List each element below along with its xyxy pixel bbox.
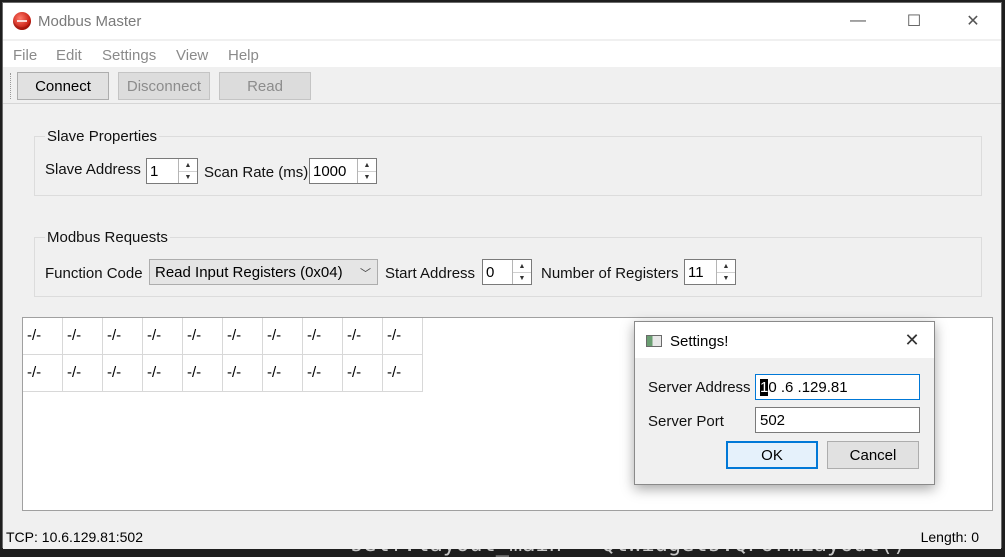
connect-button[interactable]: Connect bbox=[17, 72, 109, 100]
server-port-label: Server Port bbox=[648, 413, 724, 430]
table-cell[interactable]: -/- bbox=[223, 355, 263, 392]
server-address-text: 0 .6 .129.81 bbox=[768, 379, 848, 396]
table-cell[interactable]: -/- bbox=[303, 355, 343, 392]
num-registers-spinbox[interactable]: 11 ▲ ▼ bbox=[684, 259, 736, 285]
menu-settings[interactable]: Settings bbox=[102, 47, 156, 64]
window-title: Modbus Master bbox=[38, 13, 142, 30]
scan-rate-value: 1000 bbox=[313, 163, 347, 180]
spin-down-icon[interactable]: ▼ bbox=[358, 171, 376, 183]
connection-status: TCP: 10.6.129.81:502 bbox=[6, 529, 143, 545]
table-cell[interactable]: -/- bbox=[223, 318, 263, 355]
read-button[interactable]: Read bbox=[219, 72, 311, 100]
function-code-value: Read Input Registers (0x04) bbox=[155, 264, 343, 281]
toolbar-grip-handle[interactable] bbox=[10, 73, 13, 99]
minimize-button[interactable]: — bbox=[835, 3, 881, 39]
table-cell[interactable]: -/- bbox=[143, 318, 183, 355]
status-bar: TCP: 10.6.129.81:502 Length: 0 bbox=[3, 523, 1001, 549]
table-cell[interactable]: -/- bbox=[63, 355, 103, 392]
menu-edit[interactable]: Edit bbox=[56, 47, 82, 64]
table-cell[interactable]: -/- bbox=[23, 355, 63, 392]
menu-view[interactable]: View bbox=[176, 47, 208, 64]
start-address-label: Start Address bbox=[385, 265, 476, 282]
function-code-label: Function Code bbox=[45, 265, 143, 282]
table-cell[interactable]: -/- bbox=[103, 318, 143, 355]
table-cell[interactable]: -/- bbox=[383, 318, 423, 355]
dialog-title-bar: Settings! ✕ bbox=[635, 322, 934, 358]
toolbar: Connect Disconnect Read bbox=[3, 67, 1001, 104]
disconnect-button[interactable]: Disconnect bbox=[118, 72, 210, 100]
num-registers-value: 11 bbox=[688, 264, 704, 281]
title-bar: Modbus Master — ☐ ✕ bbox=[3, 3, 1001, 39]
close-button[interactable]: ✕ bbox=[950, 3, 996, 39]
slave-address-value: 1 bbox=[150, 163, 159, 180]
menu-help[interactable]: Help bbox=[228, 47, 259, 64]
scan-rate-label: Scan Rate (ms) bbox=[204, 164, 309, 181]
table-cell[interactable]: -/- bbox=[23, 318, 63, 355]
dialog-close-icon[interactable]: ✕ bbox=[898, 328, 926, 352]
server-address-input[interactable]: 10 .6 .129.81 bbox=[755, 374, 920, 400]
server-port-input[interactable]: 502 bbox=[755, 407, 920, 433]
table-cell[interactable]: -/- bbox=[63, 318, 103, 355]
modbus-requests-title: Modbus Requests bbox=[45, 229, 170, 246]
settings-dialog: Settings! ✕ Server Address 10 .6 .129.81… bbox=[634, 321, 935, 485]
spin-down-icon[interactable]: ▼ bbox=[513, 272, 531, 284]
length-status: Length: 0 bbox=[920, 529, 979, 545]
num-registers-label: Number of Registers bbox=[541, 265, 679, 282]
spin-down-icon[interactable]: ▼ bbox=[717, 272, 735, 284]
table-cell[interactable]: -/- bbox=[343, 318, 383, 355]
table-cell[interactable]: -/- bbox=[263, 318, 303, 355]
app-icon bbox=[13, 12, 31, 30]
menu-file[interactable]: File bbox=[13, 47, 37, 64]
table-cell[interactable]: -/- bbox=[343, 355, 383, 392]
table-cell[interactable]: -/- bbox=[263, 355, 303, 392]
menu-bar: File Edit Settings View Help bbox=[3, 41, 1001, 67]
spin-down-icon[interactable]: ▼ bbox=[179, 171, 197, 183]
server-address-label: Server Address bbox=[648, 379, 751, 396]
table-cell[interactable]: -/- bbox=[143, 355, 183, 392]
cancel-button[interactable]: Cancel bbox=[827, 441, 919, 469]
start-address-spinbox[interactable]: 0 ▲ ▼ bbox=[482, 259, 532, 285]
table-cell[interactable]: -/- bbox=[183, 355, 223, 392]
ok-button[interactable]: OK bbox=[726, 441, 818, 469]
slave-address-label: Slave Address bbox=[45, 161, 141, 178]
table-cell[interactable]: -/- bbox=[183, 318, 223, 355]
slave-address-spinbox[interactable]: 1 ▲ ▼ bbox=[146, 158, 198, 184]
scan-rate-spinbox[interactable]: 1000 ▲ ▼ bbox=[309, 158, 377, 184]
table-cell[interactable]: -/- bbox=[303, 318, 343, 355]
function-code-dropdown[interactable]: Read Input Registers (0x04) ﹀ bbox=[149, 259, 378, 285]
dialog-window-icon bbox=[646, 335, 662, 347]
chevron-down-icon: ﹀ bbox=[360, 268, 371, 280]
slave-properties-title: Slave Properties bbox=[45, 128, 160, 145]
table-cell[interactable]: -/- bbox=[103, 355, 143, 392]
table-cell[interactable]: -/- bbox=[383, 355, 423, 392]
start-address-value: 0 bbox=[486, 264, 495, 281]
maximize-button[interactable]: ☐ bbox=[891, 3, 937, 39]
dialog-title: Settings! bbox=[670, 333, 729, 350]
